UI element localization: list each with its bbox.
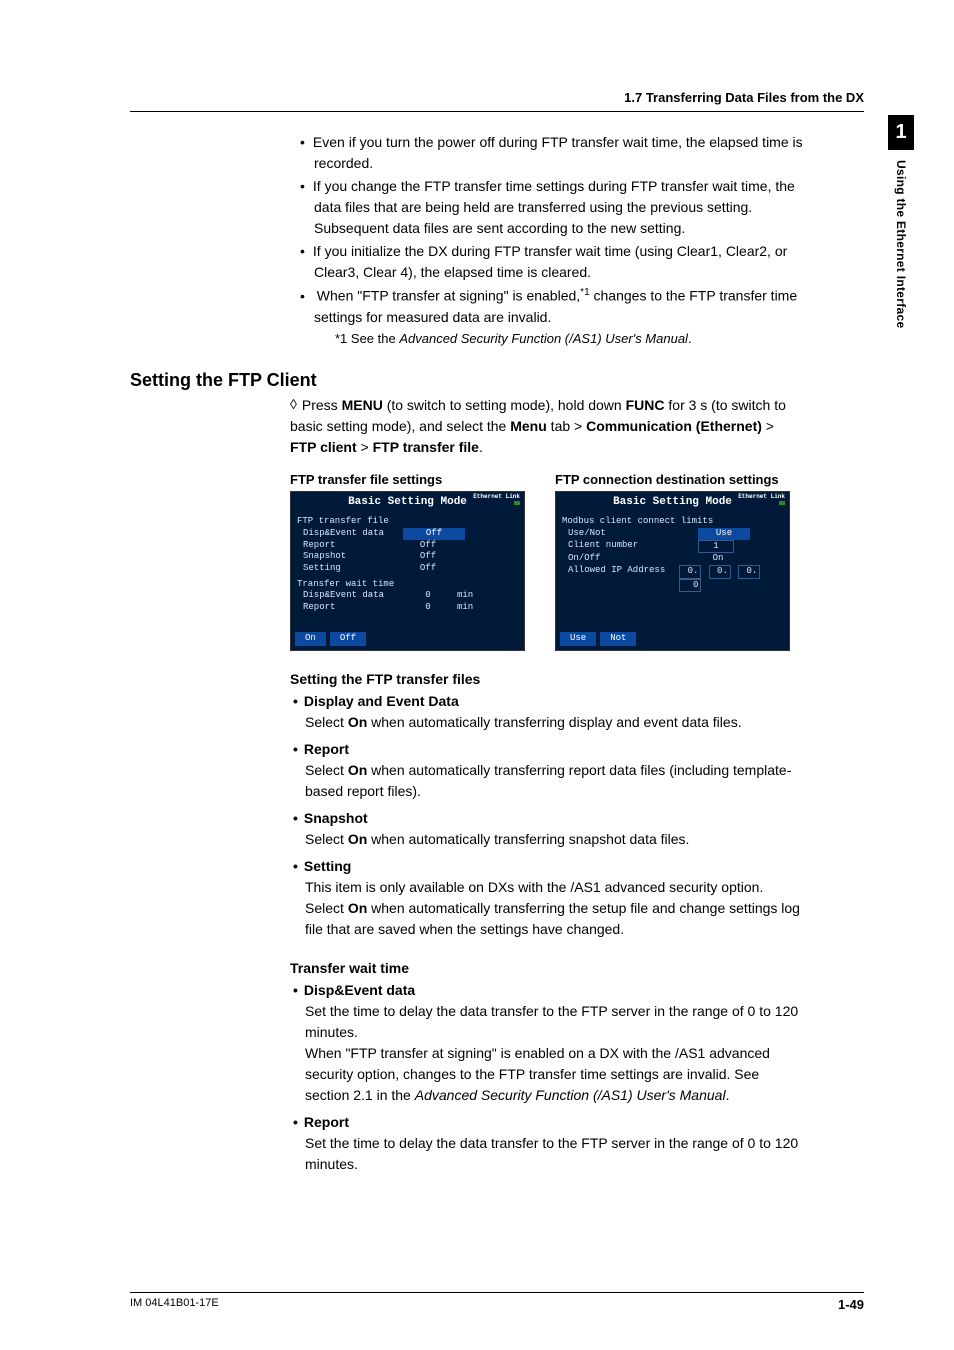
item-body: Select On when automatically transferrin… — [305, 762, 791, 799]
procedure-text: ◊ Press MENU (to switch to setting mode)… — [130, 395, 804, 458]
list-item: Disp&Event dataSet the time to delay the… — [305, 980, 804, 1106]
ethernet-link-icon: Ethernet Link — [473, 494, 520, 507]
list-item: If you initialize the DX during FTP tran… — [300, 241, 804, 283]
ethernet-link-icon: Ethernet Link — [738, 494, 785, 507]
field-report[interactable]: Off — [403, 540, 453, 552]
page-number: 1-49 — [838, 1297, 864, 1312]
field-wait-disp[interactable]: 0 — [403, 590, 453, 602]
screenshot-right: FTP connection destination settings Basi… — [555, 472, 790, 651]
chapter-tab: 1 Using the Ethernet Interface — [888, 115, 914, 328]
diamond-icon: ◊ — [290, 394, 298, 415]
chapter-number: 1 — [888, 115, 914, 150]
ip-octet[interactable]: 0. — [679, 565, 701, 579]
field-on-off[interactable]: On — [698, 553, 738, 565]
list-item: Display and Event Data Select On when aut… — [305, 691, 804, 733]
screen-title: Basic Setting Mode Ethernet Link — [556, 492, 789, 512]
group-label: Modbus client connect limits — [562, 516, 783, 528]
item-title: Display and Event Data — [305, 691, 804, 712]
field-use-not[interactable]: Use — [698, 528, 750, 540]
list-item: Even if you turn the power off during FT… — [300, 132, 804, 174]
footnote: *1 See the Advanced Security Function (/… — [130, 330, 804, 348]
item-title: Snapshot — [305, 808, 804, 829]
list-item: ReportSet the time to delay the data tra… — [305, 1112, 804, 1175]
items-list-2: Disp&Event dataSet the time to delay the… — [130, 980, 804, 1175]
ip-octet[interactable]: 0. — [738, 565, 760, 579]
list-item: SettingThis item is only available on DX… — [305, 856, 804, 940]
header-rule — [130, 111, 864, 112]
field-disp-event[interactable]: Off — [403, 528, 465, 540]
group-label: Transfer wait time — [297, 579, 518, 591]
subheading-transfer-files: Setting the FTP transfer files — [290, 671, 804, 687]
heading-ftp-client: Setting the FTP Client — [130, 370, 804, 391]
notes-list: Even if you turn the power off during FT… — [130, 132, 804, 328]
screenshot-caption: FTP transfer file settings — [290, 472, 525, 487]
list-item: When "FTP transfer at signing" is enable… — [300, 285, 804, 328]
item-title: Setting — [305, 856, 804, 877]
item-body: Select On when automatically transferrin… — [305, 714, 742, 730]
screenshot-caption: FTP connection destination settings — [555, 472, 790, 487]
screenshot-left: FTP transfer file settings Basic Setting… — [290, 472, 525, 651]
on-button[interactable]: On — [295, 632, 326, 646]
ip-octet[interactable]: 0 — [679, 579, 701, 593]
not-button[interactable]: Not — [600, 632, 636, 646]
section-header: 1.7 Transferring Data Files from the DX — [130, 90, 894, 105]
group-label: FTP transfer file — [297, 516, 518, 528]
item-title: Report — [305, 739, 804, 760]
item-title: Disp&Event data — [305, 980, 804, 1001]
item-title: Report — [305, 1112, 804, 1133]
field-wait-report[interactable]: 0 — [403, 602, 453, 614]
field-snapshot[interactable]: Off — [403, 551, 453, 563]
field-client-number[interactable]: 1 — [698, 540, 734, 554]
off-button[interactable]: Off — [330, 632, 366, 646]
list-item: ReportSelect On when automatically trans… — [305, 739, 804, 802]
page-footer: IM 04L41B01-17E 1-49 — [130, 1292, 864, 1312]
list-item: Snapshot Select On when automatically tra… — [305, 808, 804, 850]
item-body: This item is only available on DXs with … — [305, 879, 800, 937]
use-button[interactable]: Use — [560, 632, 596, 646]
screen-title: Basic Setting Mode Ethernet Link — [291, 492, 524, 512]
list-item: If you change the FTP transfer time sett… — [300, 176, 804, 239]
chapter-label: Using the Ethernet Interface — [894, 160, 908, 328]
item-body: Set the time to delay the data transfer … — [305, 1135, 798, 1172]
item-body: Set the time to delay the data transfer … — [305, 1003, 798, 1103]
field-setting[interactable]: Off — [403, 563, 453, 575]
subheading-wait-time: Transfer wait time — [290, 960, 804, 976]
ip-octet[interactable]: 0. — [709, 565, 731, 579]
items-list-1: Display and Event Data Select On when aut… — [130, 691, 804, 940]
item-body: Select On when automatically transferrin… — [305, 831, 689, 847]
manual-code: IM 04L41B01-17E — [130, 1297, 219, 1312]
